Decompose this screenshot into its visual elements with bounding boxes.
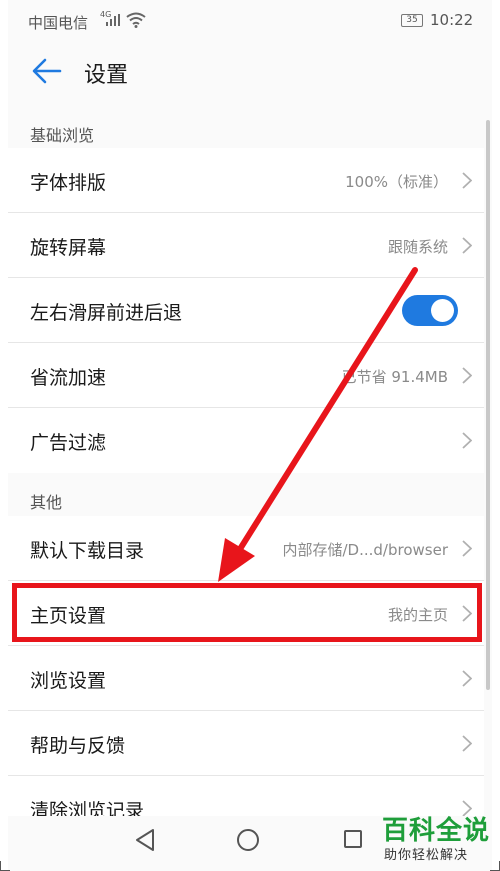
watermark-subtitle: 助你轻松解决 bbox=[384, 848, 469, 863]
nav-home-icon[interactable] bbox=[236, 828, 260, 852]
frame-corner bbox=[490, 861, 500, 871]
annotation-arrow bbox=[218, 267, 418, 582]
nav-recent-icon[interactable] bbox=[344, 830, 362, 848]
frame-corner bbox=[0, 861, 10, 871]
watermark-title: 百科全说 bbox=[382, 816, 491, 846]
nav-back-icon[interactable] bbox=[134, 828, 156, 852]
frame-corner bbox=[0, 0, 10, 10]
app-frame: 中国电信 4G 35 10:22 设置 基础浏览 字体排版 100%（标准） 旋… bbox=[8, 0, 492, 871]
watermark-logo: 百科全说 助你轻松解决 bbox=[374, 806, 492, 866]
